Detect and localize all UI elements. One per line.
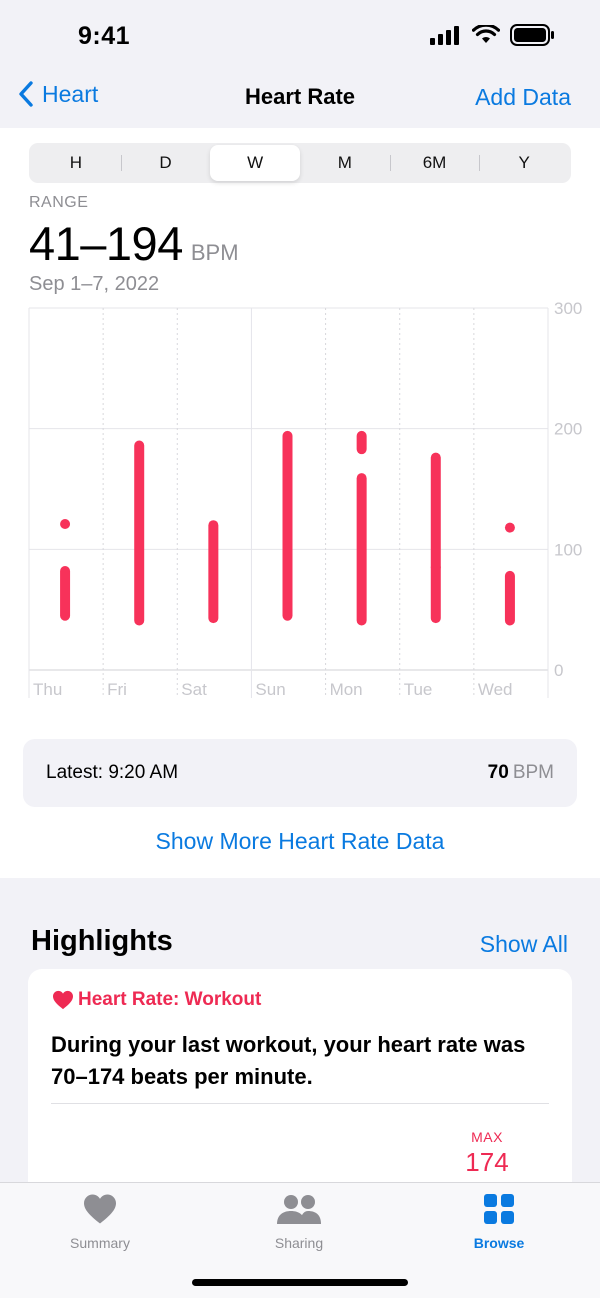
y-tick-label: 0: [554, 661, 563, 680]
range-bar-sat: [208, 520, 219, 624]
range-bar-mon: [356, 473, 367, 626]
range-value: 41–194 BPM: [29, 216, 239, 271]
x-tick-label: Wed: [478, 680, 513, 699]
x-tick-label: Thu: [33, 680, 62, 699]
latest-reading[interactable]: Latest: 9:20 AM 70 BPM: [23, 739, 577, 807]
tab-browse[interactable]: Browse: [429, 1193, 569, 1251]
range-label: RANGE: [29, 194, 89, 211]
tab-summary-label: Summary: [70, 1235, 130, 1251]
heart-icon: [84, 1194, 116, 1224]
range-bar-wed: [504, 522, 515, 533]
y-tick-label: 300: [554, 299, 582, 318]
range-bar-wed: [504, 570, 515, 626]
people-icon: [277, 1195, 321, 1224]
tab-sharing-label: Sharing: [274, 1235, 324, 1251]
tab-sharing[interactable]: Sharing: [229, 1193, 369, 1251]
segment-y[interactable]: Y: [479, 145, 569, 181]
time-range-segmented-control: H D W M 6M Y: [29, 143, 571, 183]
status-time: 9:41: [78, 22, 131, 50]
x-tick-label: Sun: [255, 680, 285, 699]
navigation-bar: Heart Heart Rate Add Data: [0, 72, 600, 128]
divider: [51, 1103, 549, 1104]
range-bar-mon: [356, 430, 367, 455]
y-tick-label: 100: [554, 540, 582, 559]
show-all-link[interactable]: Show All: [480, 931, 568, 958]
x-tick-label: Fri: [107, 680, 127, 699]
show-more-data-link[interactable]: Show More Heart Rate Data: [0, 828, 600, 855]
segment-m[interactable]: M: [300, 145, 390, 181]
segment-d[interactable]: D: [120, 145, 211, 181]
status-bar: 9:41: [0, 0, 600, 72]
highlight-header: Heart Rate: Workout: [52, 989, 261, 1011]
latest-bpm-unit: BPM: [512, 762, 554, 783]
highlight-card[interactable]: Heart Rate: Workout During your last wor…: [28, 969, 572, 1209]
range-unit: BPM: [190, 240, 239, 265]
segment-6m[interactable]: 6M: [389, 145, 480, 181]
range-bar-tue: [430, 562, 441, 624]
x-tick-label: Sat: [181, 680, 207, 699]
range-bar-thu: [60, 566, 71, 621]
max-label: MAX: [471, 1129, 503, 1145]
segment-w[interactable]: W: [210, 145, 301, 181]
range-bar-thu: [60, 518, 71, 529]
tab-summary[interactable]: Summary: [30, 1193, 170, 1251]
y-tick-label: 200: [554, 420, 582, 439]
home-indicator: [192, 1279, 408, 1286]
latest-value: 70 BPM: [488, 762, 554, 784]
date-range: Sep 1–7, 2022: [29, 273, 160, 295]
battery-icon: [510, 24, 554, 46]
add-data-button[interactable]: Add Data: [475, 84, 571, 111]
heart-rate-card: H D W M 6M Y RANGE 41–194 BPM Sep 1–7, 2…: [0, 128, 600, 878]
highlight-body: During your last workout, your heart rat…: [51, 1032, 526, 1089]
highlight-header-label: Heart Rate: Workout: [78, 989, 262, 1010]
segment-h[interactable]: H: [31, 145, 121, 181]
heart-rate-chart[interactable]: 300 200 100 0 Thu Fri Sat Sun Mon Tue Wed: [0, 298, 600, 708]
range-number: 41–194: [29, 217, 183, 270]
range-bar-tue: [430, 452, 441, 573]
grid-icon: [484, 1194, 514, 1224]
range-bar-fri: [134, 440, 145, 626]
x-tick-label: Tue: [404, 680, 433, 699]
range-bar-sun: [282, 430, 293, 621]
status-icons: [430, 24, 556, 46]
heart-icon: [53, 990, 73, 1010]
latest-bpm-value: 70: [487, 762, 509, 783]
max-value: 174: [465, 1147, 509, 1177]
wifi-icon: [472, 25, 500, 43]
latest-label: Latest: 9:20 AM: [46, 762, 179, 783]
x-tick-label: Mon: [330, 680, 363, 699]
signal-icon: [430, 26, 459, 45]
highlights-heading: Highlights: [31, 925, 173, 957]
tab-browse-label: Browse: [473, 1235, 525, 1251]
